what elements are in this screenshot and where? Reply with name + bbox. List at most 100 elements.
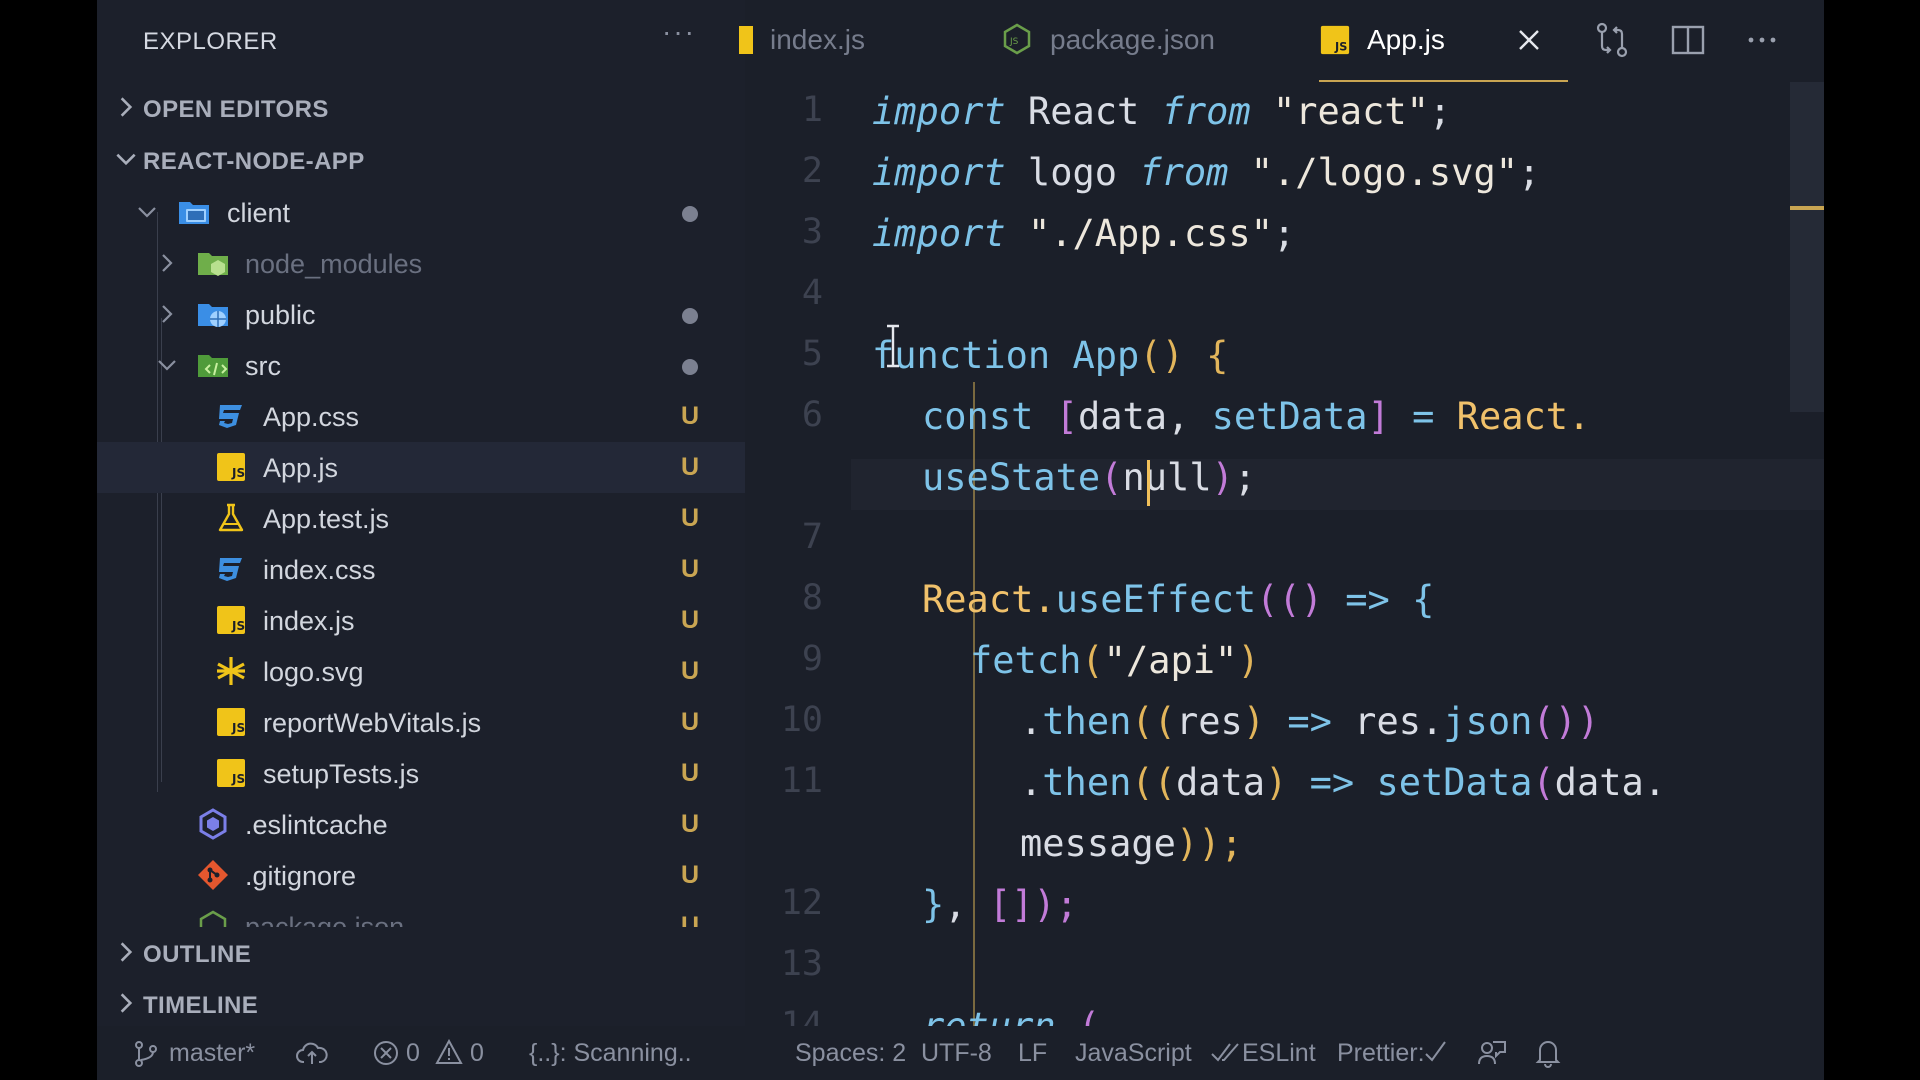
- tree-item-index-css[interactable]: index.css U: [97, 544, 745, 595]
- line-number: 6: [801, 395, 823, 435]
- language-scanning-status[interactable]: {..}: Scanning..: [529, 1039, 692, 1068]
- language-mode[interactable]: JavaScript: [1075, 1039, 1192, 1068]
- tree-item-gitignore[interactable]: .gitignore U: [97, 850, 745, 901]
- token-bracket: {: [1183, 334, 1229, 377]
- file-encoding[interactable]: UTF-8: [921, 1039, 992, 1068]
- tab-label: package.json: [1050, 24, 1216, 55]
- chevron-right-icon: [120, 993, 133, 1013]
- chevron-right-icon: [120, 97, 133, 117]
- explorer-more-button[interactable]: ···: [662, 16, 696, 48]
- branch-name[interactable]: master*: [169, 1039, 255, 1068]
- untracked-badge: U: [681, 861, 700, 889]
- tree-item-node-modules[interactable]: node_modules: [97, 238, 745, 289]
- tree-item-app-css[interactable]: App.css U: [97, 391, 745, 442]
- warning-count[interactable]: 0: [470, 1039, 484, 1068]
- token-operator: =>: [1287, 761, 1377, 804]
- tree-item-logo-svg[interactable]: logo.svg U: [97, 646, 745, 697]
- sync-cloud-icon[interactable]: [296, 1040, 328, 1068]
- token-punctuation: .: [1020, 761, 1043, 804]
- token-bracket: (): [1139, 334, 1184, 377]
- more-actions-icon[interactable]: [1742, 20, 1782, 60]
- token-keyword: import: [872, 90, 1006, 133]
- eslint-icon: [199, 808, 227, 840]
- tree-item-index-js[interactable]: JS index.js U: [97, 595, 745, 646]
- token-function: setData: [1376, 761, 1533, 804]
- untracked-badge: U: [681, 708, 700, 736]
- tab-package-json[interactable]: JS package.json: [1000, 0, 1280, 82]
- svg-text:JS: JS: [231, 466, 245, 480]
- token-bracket: );: [1033, 883, 1078, 926]
- eslint-status[interactable]: ESLint: [1242, 1039, 1316, 1068]
- tree-item-client[interactable]: client: [97, 187, 745, 238]
- code-editor[interactable]: 1 2 3 4 5 6 7 8 9 10 11 12 13 14 import …: [745, 82, 1824, 1026]
- svg-text:JS: JS: [1009, 37, 1019, 47]
- code-line: fetch("/api"): [970, 639, 1260, 682]
- code-line: .then((data) => setData(data.: [1020, 761, 1666, 804]
- feedback-icon[interactable]: [1477, 1038, 1507, 1068]
- token-method: then: [1042, 761, 1132, 804]
- tree-item-label: src: [245, 351, 281, 381]
- token-operator: =: [1389, 395, 1457, 438]
- token-keyword: from: [1161, 90, 1251, 133]
- line-number: 12: [780, 883, 823, 923]
- chevron-down-icon: [116, 153, 136, 166]
- tree-item-app-js[interactable]: JS App.js U: [97, 442, 745, 493]
- token-punctuation: ;: [1233, 456, 1257, 499]
- token-class: React.: [922, 578, 1056, 621]
- section-open-editors[interactable]: OPEN EDITORS: [97, 82, 745, 132]
- token-method: useState: [922, 456, 1101, 499]
- error-icon: [374, 1041, 398, 1065]
- tab-index-js[interactable]: index.js: [739, 0, 975, 82]
- css-file-icon: [219, 558, 242, 581]
- editor-scrollbar[interactable]: [1790, 82, 1824, 412]
- token-literal: null: [1122, 456, 1212, 499]
- end-of-line[interactable]: LF: [1018, 1039, 1047, 1068]
- tree-item-app-test-js[interactable]: App.test.js U: [97, 493, 745, 544]
- token-parameter: data: [1175, 761, 1266, 804]
- tree-item-report-web-vitals-js[interactable]: JS reportWebVitals.js U: [97, 697, 745, 748]
- untracked-badge: U: [681, 912, 700, 927]
- vscode-window: EXPLORER ··· OPEN EDITORS REACT-NODE-APP…: [97, 0, 1824, 1080]
- token-punctuation: .: [1020, 700, 1043, 743]
- tree-item-label: reportWebVitals.js: [263, 708, 482, 738]
- token-keyword: import: [872, 151, 1006, 194]
- line-number: 8: [801, 578, 823, 618]
- tree-item-src[interactable]: src: [97, 340, 745, 391]
- git-icon: [198, 860, 228, 890]
- split-editor-icon[interactable]: [1668, 20, 1708, 60]
- folder-node-icon: [198, 253, 228, 276]
- code-line: import React from "react";: [872, 90, 1451, 133]
- svg-text:JS: JS: [231, 619, 245, 633]
- tree-item-public[interactable]: public: [97, 289, 745, 340]
- error-count[interactable]: 0: [406, 1039, 420, 1068]
- tree-item-eslintcache[interactable]: .eslintcache U: [97, 799, 745, 850]
- npm-icon: JS: [1003, 23, 1031, 55]
- token-keyword: from: [1139, 151, 1229, 194]
- token-identifier: logo: [1005, 151, 1140, 194]
- token-punctuation: ;: [1428, 90, 1452, 133]
- tree-item-label: .eslintcache: [245, 810, 388, 840]
- token-string: "./App.css": [1027, 212, 1273, 255]
- token-string: "/api": [1103, 639, 1238, 682]
- token-parameter: res: [1175, 700, 1243, 743]
- prettier-status[interactable]: Prettier:: [1337, 1039, 1425, 1068]
- compare-changes-icon[interactable]: [1592, 20, 1632, 60]
- section-outline[interactable]: OUTLINE: [97, 927, 745, 977]
- svg-asterisk-icon: [217, 657, 245, 685]
- line-number: 7: [801, 517, 823, 557]
- tree-item-setup-tests-js[interactable]: JS setupTests.js U: [97, 748, 745, 799]
- indentation-spaces[interactable]: Spaces: 2: [795, 1039, 906, 1068]
- section-project[interactable]: REACT-NODE-APP: [97, 134, 745, 184]
- token-bracket: (: [1081, 639, 1104, 682]
- tree-item-package-json[interactable]: package.json U: [97, 901, 745, 927]
- tab-app-js[interactable]: JS App.js: [1319, 0, 1568, 82]
- bell-icon[interactable]: [1535, 1038, 1561, 1068]
- close-icon[interactable]: [1515, 26, 1543, 54]
- token-bracket: [: [1033, 395, 1078, 438]
- js-file-icon: JS: [217, 606, 245, 634]
- line-number: 5: [801, 334, 823, 374]
- tree-item-label: .gitignore: [245, 861, 357, 891]
- token-bracket: (: [1056, 1005, 1100, 1026]
- section-timeline[interactable]: TIMELINE: [97, 978, 745, 1028]
- token-variable: setData: [1211, 395, 1368, 438]
